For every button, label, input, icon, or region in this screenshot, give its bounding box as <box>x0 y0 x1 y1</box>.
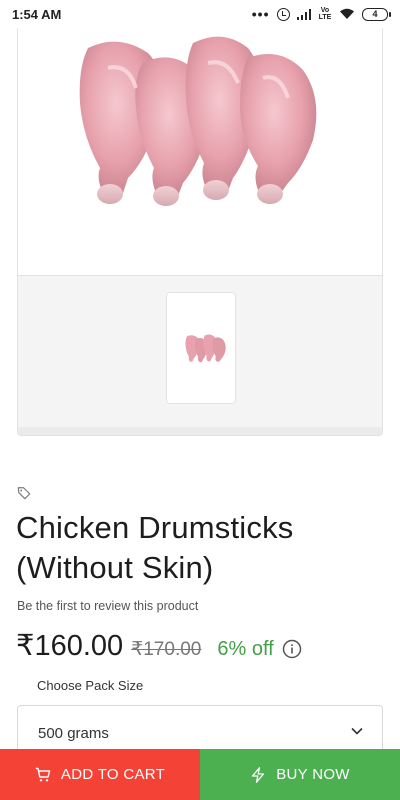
discount-percentage: 6% off <box>217 638 274 660</box>
product-main-image[interactable] <box>18 28 382 276</box>
review-prompt[interactable]: Be the first to review this product <box>17 599 198 613</box>
info-icon[interactable] <box>282 639 302 659</box>
more-notifications-icon: ••• <box>251 6 270 22</box>
product-title: Chicken Drumsticks (Without Skin) <box>16 510 294 585</box>
chicken-drumsticks-image <box>79 36 317 206</box>
current-price: ₹160.00 <box>16 630 124 662</box>
status-icons: ••• Vo LTE 4 <box>251 6 391 22</box>
battery-icon: 4 <box>362 7 391 21</box>
alarm-icon <box>276 7 290 21</box>
status-time: 1:54 AM <box>12 6 62 22</box>
bottom-action-bar: ADD TO CART BUY NOW <box>0 749 400 800</box>
add-to-cart-label: ADD TO CART <box>60 766 166 783</box>
signal-icon <box>296 8 311 20</box>
tag-icon <box>17 487 31 500</box>
lightning-icon <box>252 766 265 783</box>
pack-size-selected-value: 500 grams <box>38 724 109 742</box>
product-gallery <box>17 28 383 436</box>
status-bar: 1:54 AM ••• Vo LTE 4 <box>0 0 400 28</box>
chevron-down-icon <box>351 727 363 735</box>
product-thumbnail[interactable] <box>166 292 236 404</box>
original-price: ₹170.00 <box>131 639 202 660</box>
pack-size-label: Choose Pack Size <box>37 678 144 693</box>
gallery-bottom-strip <box>18 427 382 435</box>
buy-now-label: BUY NOW <box>276 766 350 783</box>
cart-icon <box>35 767 51 781</box>
add-to-cart-button[interactable]: ADD TO CART <box>0 749 200 800</box>
price-row: ₹160.00 ₹170.00 6% off <box>16 628 302 664</box>
volte-icon: Vo LTE <box>318 7 332 21</box>
buy-now-button[interactable]: BUY NOW <box>200 749 400 800</box>
wifi-icon <box>340 8 354 19</box>
chicken-thumbnail-image <box>185 334 226 363</box>
